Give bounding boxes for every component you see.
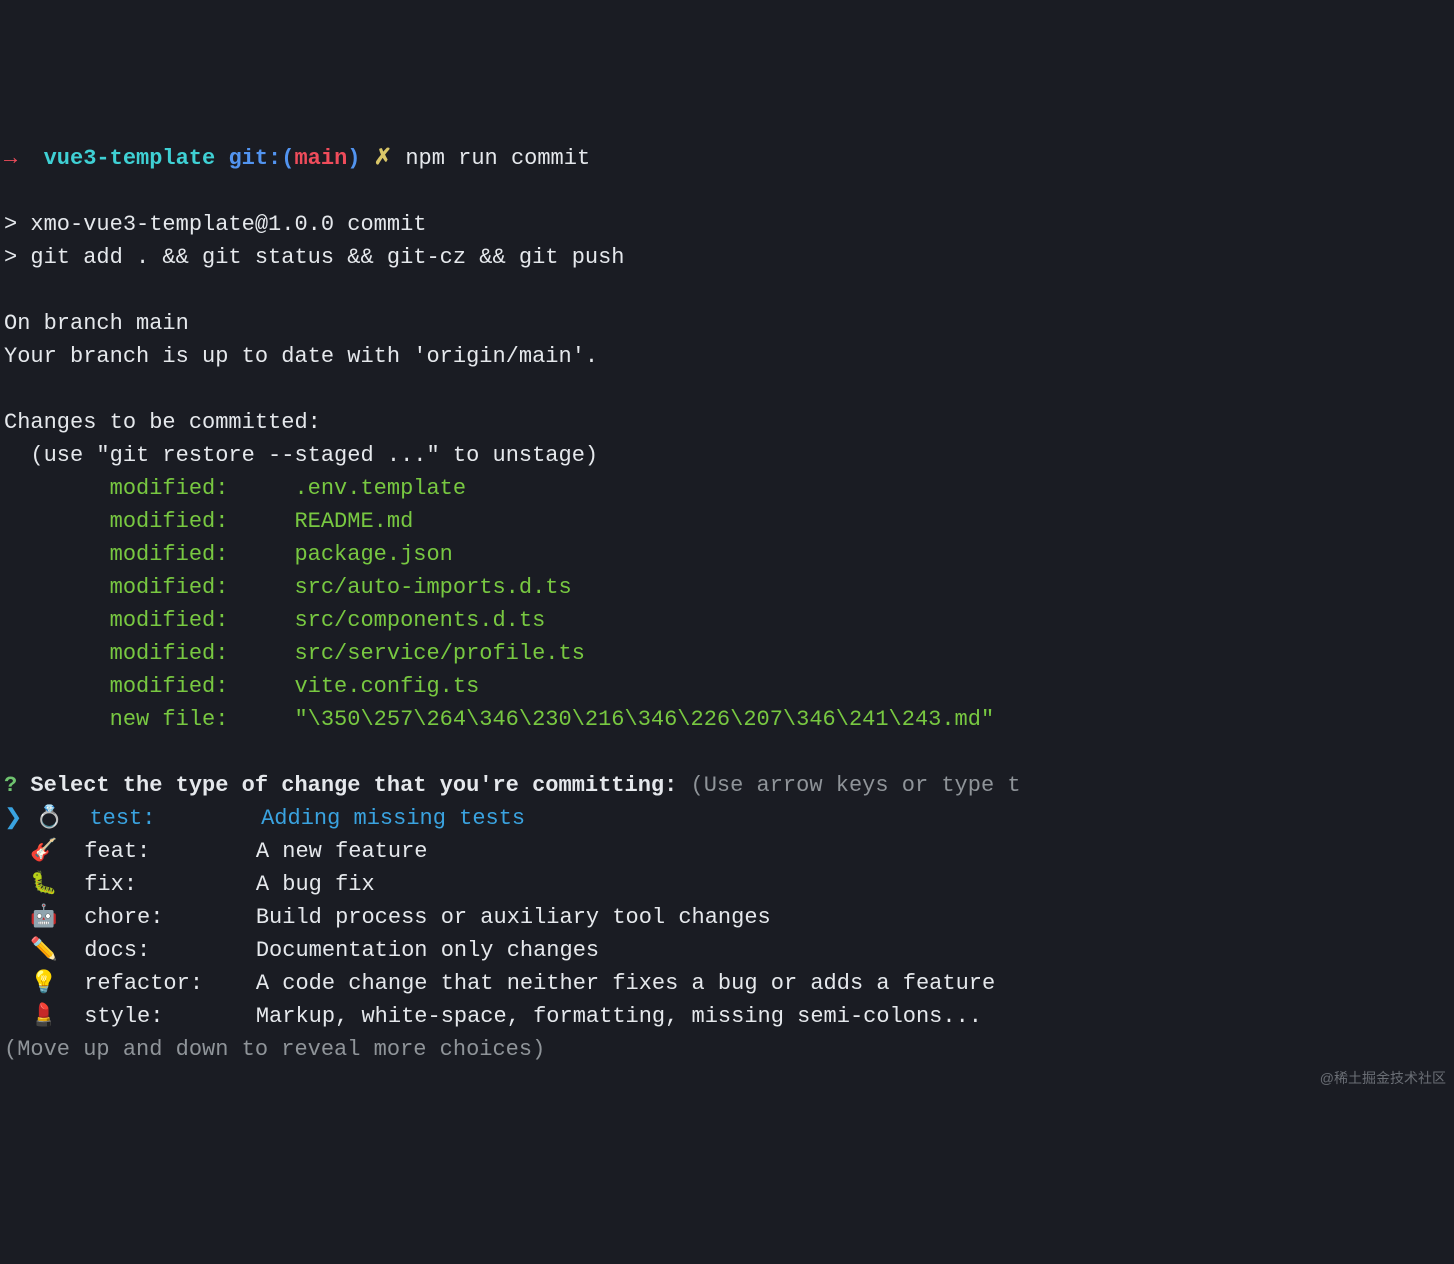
cz-option-name: fix:: [84, 872, 256, 897]
git-file-entry: modified: vite.config.ts: [4, 670, 1450, 703]
cz-option-name: docs:: [84, 938, 256, 963]
cz-option-emoji-icon: 💍: [36, 806, 63, 831]
cz-option-name: chore:: [84, 905, 256, 930]
git-file-entry: modified: README.md: [4, 505, 1450, 538]
cz-option-name: test:: [89, 806, 261, 831]
cz-option-emoji-icon: 🎸: [30, 839, 57, 864]
git-file-entry: new file: "\350\257\264\346\230\216\346\…: [4, 703, 1450, 736]
prompt-command: npm run commit: [405, 146, 590, 171]
prompt-dirty-icon: ✗: [374, 146, 392, 171]
cz-option-emoji-icon: 🤖: [30, 905, 57, 930]
prompt-git-label: git:(: [228, 146, 294, 171]
cz-option-desc: Markup, white-space, formatting, missing…: [256, 1004, 982, 1029]
cz-option-emoji-icon: 🐛: [30, 872, 57, 897]
prompt-git-close: ): [347, 146, 360, 171]
git-changes-header: Changes to be committed:: [4, 406, 1450, 439]
cz-option-emoji-icon: ✏️: [30, 938, 57, 963]
cz-cursor-icon: [4, 839, 17, 864]
shell-prompt[interactable]: → vue3-template git:(main) ✗ npm run com…: [4, 142, 1450, 175]
cz-option-name: refactor:: [84, 971, 256, 996]
prompt-dir: vue3-template: [44, 146, 216, 171]
cz-option-emoji-icon: 💄: [30, 1004, 57, 1029]
question-mark-icon: ?: [4, 773, 17, 798]
cz-question: Select the type of change that you're co…: [30, 773, 677, 798]
cz-question-line: ? Select the type of change that you're …: [4, 769, 1450, 802]
cz-option-desc: A bug fix: [256, 872, 375, 897]
git-file-entry: modified: src/components.d.ts: [4, 604, 1450, 637]
git-file-entry: modified: src/auto-imports.d.ts: [4, 571, 1450, 604]
cz-option[interactable]: 🎸 feat: A new feature: [4, 835, 1450, 868]
cz-footer: (Move up and down to reveal more choices…: [4, 1033, 1450, 1066]
git-unstage-hint: (use "git restore --staged ..." to unsta…: [4, 439, 1450, 472]
cz-option-desc: Documentation only changes: [256, 938, 599, 963]
npm-line-1: > xmo-vue3-template@1.0.0 commit: [4, 208, 1450, 241]
git-file-entry: modified: package.json: [4, 538, 1450, 571]
cz-cursor-icon: [4, 971, 17, 996]
cz-cursor-icon: ❯: [4, 806, 22, 831]
cz-option-desc: Adding missing tests: [261, 806, 525, 831]
cz-option[interactable]: ✏️ docs: Documentation only changes: [4, 934, 1450, 967]
cz-option[interactable]: ❯ 💍 test: Adding missing tests: [4, 802, 1450, 835]
git-file-entry: modified: src/service/profile.ts: [4, 637, 1450, 670]
cz-option-desc: A new feature: [256, 839, 428, 864]
cz-cursor-icon: [4, 872, 17, 897]
cz-option-desc: Build process or auxiliary tool changes: [256, 905, 771, 930]
git-on-branch: On branch main: [4, 307, 1450, 340]
cz-option-emoji-icon: 💡: [30, 971, 57, 996]
cz-option[interactable]: 💄 style: Markup, white-space, formatting…: [4, 1000, 1450, 1033]
cz-option[interactable]: 🐛 fix: A bug fix: [4, 868, 1450, 901]
npm-line-2: > git add . && git status && git-cz && g…: [4, 241, 1450, 274]
cz-option[interactable]: 💡 refactor: A code change that neither f…: [4, 967, 1450, 1000]
cz-cursor-icon: [4, 938, 17, 963]
prompt-branch: main: [294, 146, 347, 171]
cz-hint: (Use arrow keys or type t: [691, 773, 1021, 798]
cz-option-desc: A code change that neither fixes a bug o…: [256, 971, 995, 996]
prompt-arrow-icon: →: [4, 146, 17, 171]
cz-option-name: style:: [84, 1004, 256, 1029]
watermark: @稀土掘金技术社区: [1320, 1068, 1446, 1089]
git-file-entry: modified: .env.template: [4, 472, 1450, 505]
cz-cursor-icon: [4, 1004, 17, 1029]
git-up-to-date: Your branch is up to date with 'origin/m…: [4, 340, 1450, 373]
cz-option[interactable]: 🤖 chore: Build process or auxiliary tool…: [4, 901, 1450, 934]
cz-cursor-icon: [4, 905, 17, 930]
cz-option-name: feat:: [84, 839, 256, 864]
